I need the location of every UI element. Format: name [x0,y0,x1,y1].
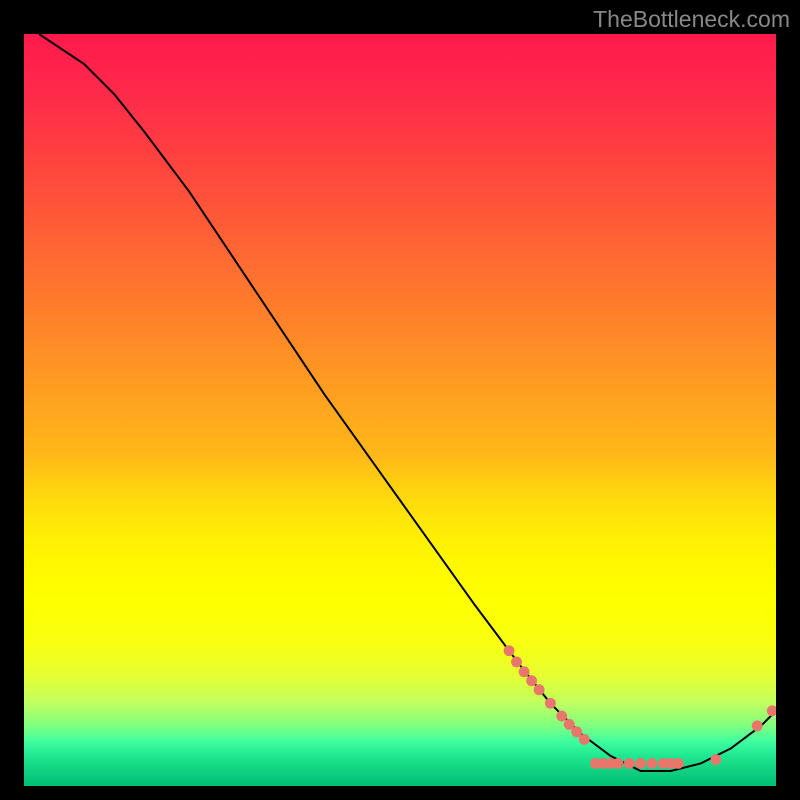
scatter-points-group [504,645,776,769]
data-point [519,666,530,677]
data-point [511,656,522,667]
data-point [526,675,537,686]
data-point [752,720,763,731]
data-point [545,698,556,709]
data-point [613,758,624,769]
data-point [767,705,776,716]
data-point [579,734,590,745]
data-point [556,711,567,722]
data-point [624,758,635,769]
data-point [635,758,646,769]
data-point [534,684,545,695]
chart-container [20,30,780,790]
data-point [504,645,515,656]
data-point [646,758,657,769]
data-point [673,758,684,769]
watermark-text: TheBottleneck.com [593,6,790,33]
data-point [710,754,721,765]
curve-line [39,34,776,771]
chart-svg [24,34,776,786]
